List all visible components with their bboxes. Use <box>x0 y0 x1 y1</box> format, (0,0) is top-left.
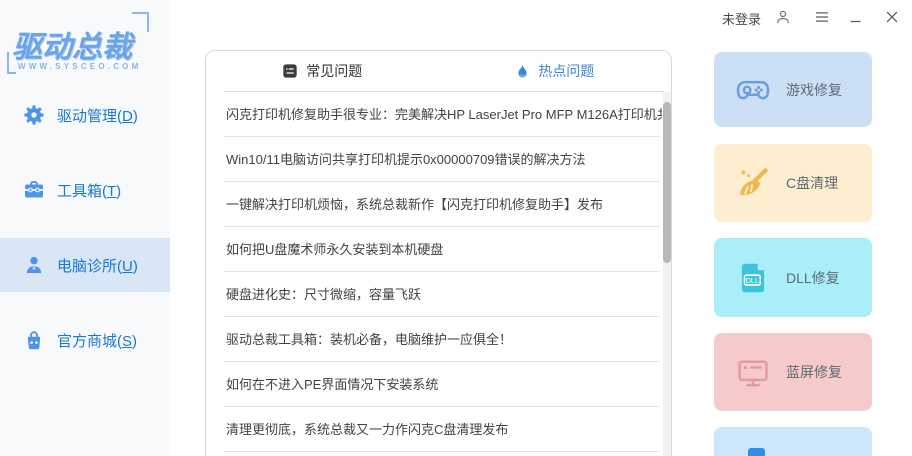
dll-repair-button[interactable]: DLL DLL修复 <box>714 238 872 317</box>
button-label: 蓝屏修复 <box>786 364 842 380</box>
question-panel: 常见问题 热点问题 闪克打印机修复助手很专业：完美解决HP LaserJet P… <box>205 50 672 456</box>
game-repair-button[interactable]: 游戏修复 <box>714 52 872 127</box>
sidebar: 驱动总裁 WWW.SYSCEO.COM 驱动管理(D) 工具箱(T) 电脑诊所(… <box>0 0 170 456</box>
app-logo: 驱动总裁 WWW.SYSCEO.COM <box>7 8 160 80</box>
list-item[interactable]: 硬盘进化史：尺寸微缩，容量飞跃 <box>206 272 662 317</box>
minimize-icon[interactable] <box>847 8 865 26</box>
gear-icon <box>24 105 44 125</box>
button-label: DLL修复 <box>786 269 840 286</box>
list-item[interactable]: 如何把U盘魔术师永久安装到本机硬盘 <box>206 227 662 272</box>
list-item-text: Win10/11电脑访问共享打印机提示0x00000709错误的解决方法 <box>226 152 586 167</box>
sidebar-item-label: 官方商城(S) <box>57 332 138 350</box>
shopping-bag-icon <box>27 331 41 350</box>
bluescreen-repair-button[interactable]: 蓝屏修复 <box>714 333 872 411</box>
list-item-text: 闪克打印机修复助手很专业：完美解决HP LaserJet Pro MFP M12… <box>226 107 662 122</box>
login-status[interactable]: 未登录 <box>722 9 761 28</box>
list-item[interactable]: 清理更彻底，系统总裁又一力作闪克C盘清理发布 <box>206 407 662 452</box>
gamepad-icon <box>736 80 770 99</box>
list-item[interactable]: 闪克打印机修复助手很专业：完美解决HP LaserJet Pro MFP M12… <box>206 92 662 137</box>
app-window: 驱动总裁 WWW.SYSCEO.COM 驱动管理(D) 工具箱(T) 电脑诊所(… <box>0 0 912 456</box>
c-drive-clean-button[interactable]: C盘清理 <box>714 144 872 222</box>
list-item[interactable]: 一键解决打印机烦恼，系统总裁新作【闪克打印机修复助手】发布 <box>206 182 662 227</box>
user-icon[interactable] <box>774 8 792 26</box>
list-item-text: 硬盘进化史：尺寸微缩，容量飞跃 <box>226 287 422 302</box>
tab-common-questions[interactable]: 常见问题 <box>206 51 439 91</box>
question-list: 闪克打印机修复助手很专业：完美解决HP LaserJet Pro MFP M12… <box>206 92 662 452</box>
list-item-text: 一键解决打印机烦恼，系统总裁新作【闪克打印机修复助手】发布 <box>226 197 604 212</box>
button-label: 游戏修复 <box>786 81 842 98</box>
monitor-icon <box>738 360 768 387</box>
sidebar-item-pc-clinic[interactable]: 电脑诊所(U) <box>0 238 170 292</box>
list-item-text: 如何在不进入PE界面情况下安装系统 <box>226 377 439 392</box>
sidebar-item-label: 电脑诊所(U) <box>57 257 138 275</box>
toolbox-icon <box>25 181 43 198</box>
list-item[interactable]: 驱动总裁工具箱：装机必备，电脑维护一应俱全！ <box>206 317 662 362</box>
flame-icon <box>518 63 527 77</box>
list-item[interactable]: Win10/11电脑访问共享打印机提示0x00000709错误的解决方法 <box>206 137 662 182</box>
logo-bracket-top-right <box>132 12 149 32</box>
partial-blue-icon <box>748 448 765 456</box>
tab-hot-questions[interactable]: 热点问题 <box>439 51 672 91</box>
hamburger-menu-icon[interactable] <box>813 8 831 26</box>
tab-label: 常见问题 <box>306 63 363 79</box>
row-divider <box>224 451 660 452</box>
sidebar-item-driver-management[interactable]: 驱动管理(D) <box>0 88 170 142</box>
person-icon <box>26 256 42 273</box>
list-item-text: 驱动总裁工具箱：装机必备，电脑维护一应俱全！ <box>226 332 513 347</box>
tab-label: 热点问题 <box>538 63 595 79</box>
logo-url: WWW.SYSCEO.COM <box>18 62 142 71</box>
close-icon[interactable] <box>883 8 901 26</box>
sidebar-item-label: 工具箱(T) <box>57 182 122 200</box>
broom-icon <box>740 168 768 196</box>
sidebar-item-official-store[interactable]: 官方商城(S) <box>0 313 170 367</box>
logo-title: 驱动总裁 <box>12 31 132 64</box>
sidebar-item-label: 驱动管理(D) <box>57 107 138 125</box>
list-item-text: 如何把U盘魔术师永久安装到本机硬盘 <box>226 242 444 257</box>
list-icon <box>283 64 297 78</box>
list-item[interactable]: 如何在不进入PE界面情况下安装系统 <box>206 362 662 407</box>
partial-bottom-button[interactable] <box>714 427 872 456</box>
button-label: C盘清理 <box>786 175 839 191</box>
tab-bar: 常见问题 热点问题 <box>206 51 671 91</box>
scrollbar-thumb[interactable] <box>663 102 671 263</box>
dll-file-icon: DLL <box>741 263 765 292</box>
list-item-text: 清理更彻底，系统总裁又一力作闪克C盘清理发布 <box>226 422 509 437</box>
sidebar-item-toolbox[interactable]: 工具箱(T) <box>0 163 170 217</box>
dll-icon-text: DLL <box>746 275 759 284</box>
